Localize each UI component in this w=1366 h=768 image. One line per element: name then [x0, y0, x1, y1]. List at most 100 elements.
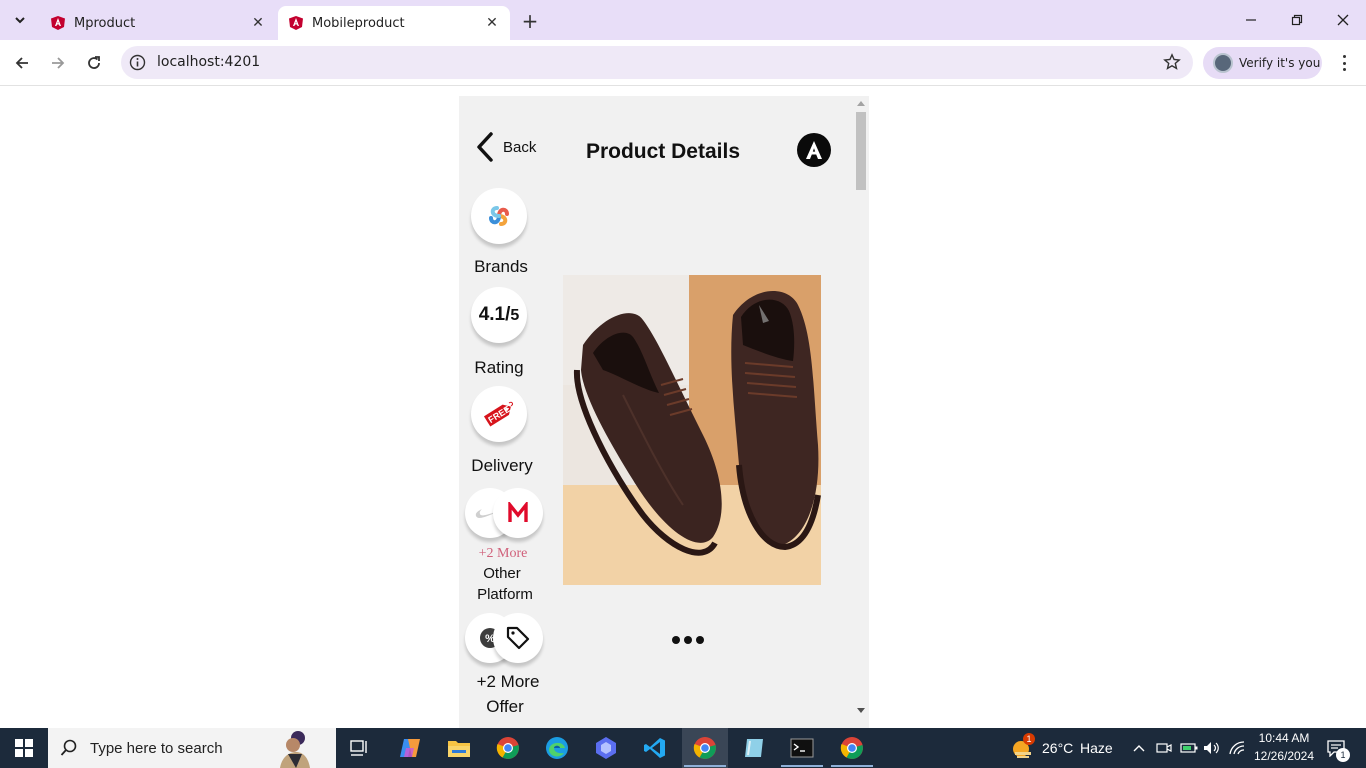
- menu-dot: [1342, 55, 1346, 58]
- browser-toolbar: localhost:4201 Verify it's you: [0, 40, 1366, 86]
- bookmark-star-icon[interactable]: [1163, 53, 1181, 71]
- rating-label: Rating: [474, 358, 524, 377]
- tab-search-dropdown[interactable]: [8, 8, 32, 32]
- offer-label-line2: Offer: [486, 697, 524, 716]
- angular-logo-icon[interactable]: [797, 133, 831, 167]
- close-icon: [1337, 14, 1349, 26]
- page-title: Product Details: [585, 140, 741, 163]
- running-app-indicator: [781, 765, 823, 767]
- vscode-icon: [644, 738, 665, 758]
- tab-mobileproduct[interactable]: Mobileproduct ✕: [278, 6, 510, 40]
- close-window-button[interactable]: [1328, 8, 1358, 32]
- forward-nav-button[interactable]: [46, 51, 70, 75]
- folder-icon: [448, 741, 470, 757]
- chrome-icon: [693, 737, 716, 759]
- scroll-down-arrow[interactable]: [857, 708, 865, 713]
- shoes-photo: [563, 275, 821, 585]
- rating-button[interactable]: 4.1/5: [471, 287, 527, 343]
- verify-identity-button[interactable]: Verify it's you: [1203, 47, 1322, 79]
- address-bar[interactable]: localhost:4201: [121, 46, 1193, 79]
- delivery-button[interactable]: FREE: [471, 386, 527, 442]
- meet-now-button[interactable]: [1152, 734, 1176, 762]
- angular-logo-glyph: [806, 141, 822, 159]
- menu-dot: [1342, 68, 1346, 71]
- tab-mproduct[interactable]: Mproduct ✕: [40, 6, 276, 40]
- scrollbar-thumb[interactable]: [856, 112, 866, 190]
- notification-center-button[interactable]: 1: [1322, 734, 1350, 762]
- mobile-product-panel: Back Product Details Brands 4.1/5 Rating…: [459, 96, 869, 728]
- clock-time[interactable]: 10:44 AM: [1252, 731, 1316, 745]
- weather-description[interactable]: Haze: [1080, 740, 1113, 756]
- minimize-button[interactable]: [1236, 8, 1266, 32]
- offer-label-line1: +2 More: [476, 672, 540, 691]
- brands-button[interactable]: [471, 188, 527, 244]
- restore-button[interactable]: [1282, 8, 1312, 32]
- running-app-indicator: [831, 765, 873, 767]
- horizontal-scrollbar[interactable]: [459, 718, 853, 728]
- carousel-dot[interactable]: [684, 636, 692, 644]
- task-view-button[interactable]: [346, 734, 374, 762]
- battery-icon: [1180, 743, 1198, 753]
- angular-favicon-icon: [51, 16, 65, 30]
- chrome-active-app-button[interactable]: [691, 734, 719, 762]
- remote-app-button[interactable]: [740, 734, 768, 762]
- network-button[interactable]: [1225, 734, 1249, 762]
- glass-window-icon: [745, 739, 763, 757]
- close-icon[interactable]: ✕: [484, 15, 500, 31]
- scroll-up-arrow[interactable]: [857, 101, 865, 106]
- menu-dot: [1342, 61, 1346, 65]
- wifi-icon: [1229, 741, 1245, 755]
- volume-button[interactable]: [1200, 734, 1224, 762]
- rating-numerator: 4.1/: [478, 304, 511, 325]
- taskbar-search-box[interactable]: Type here to search: [48, 728, 336, 768]
- file-explorer-button[interactable]: [445, 734, 473, 762]
- task-view-icon: [350, 740, 367, 756]
- back-nav-button[interactable]: [10, 51, 34, 75]
- close-icon[interactable]: ✕: [250, 15, 266, 31]
- carousel-dots[interactable]: [672, 636, 704, 644]
- copilot-icon: [400, 739, 420, 757]
- price-tag-icon: [506, 626, 530, 650]
- delivery-label: Delivery: [471, 456, 533, 475]
- vertical-scrollbar[interactable]: [853, 96, 869, 718]
- chrome-icon: [840, 737, 863, 759]
- dev-app-button[interactable]: [592, 734, 620, 762]
- carousel-dot[interactable]: [696, 636, 704, 644]
- site-info-icon[interactable]: [129, 54, 146, 71]
- platform-label-line2: Platform: [477, 586, 533, 603]
- weather-badge: 1: [1023, 733, 1035, 745]
- minimize-icon: [1246, 19, 1256, 21]
- url-text[interactable]: localhost:4201: [157, 54, 260, 70]
- search-highlight-figure-icon: [280, 731, 310, 768]
- copilot-app-button[interactable]: [396, 734, 424, 762]
- battery-status-button[interactable]: [1176, 734, 1202, 762]
- arrow-right-icon: [52, 57, 65, 69]
- new-tab-button[interactable]: +: [518, 9, 542, 33]
- reload-button[interactable]: [82, 51, 106, 75]
- chrome-app-button[interactable]: [494, 734, 522, 762]
- carousel-dot[interactable]: [672, 636, 680, 644]
- product-image[interactable]: [563, 275, 821, 585]
- start-button[interactable]: [0, 728, 48, 768]
- chrome-profile-app-button[interactable]: [838, 734, 866, 762]
- terminal-app-button[interactable]: [788, 734, 816, 762]
- weather-temperature[interactable]: 26°C: [1042, 740, 1073, 756]
- myntra-platform-icon[interactable]: [493, 488, 543, 538]
- arrow-left-icon: [15, 57, 28, 69]
- vscode-app-button[interactable]: [641, 734, 669, 762]
- windows-taskbar: Type here to search 1 26°C Haze 10:44 AM…: [0, 728, 1366, 768]
- brands-label: Brands: [474, 257, 528, 276]
- show-hidden-icons-button[interactable]: [1127, 734, 1151, 762]
- browser-menu-button[interactable]: [1334, 52, 1354, 74]
- tab-title: Mproduct: [74, 15, 136, 31]
- camera-icon: [1156, 743, 1172, 753]
- chevron-down-icon: [15, 17, 25, 24]
- edge-app-button[interactable]: [543, 734, 571, 762]
- clock-date[interactable]: 12/26/2024: [1250, 749, 1318, 763]
- platforms-more-text[interactable]: +2 More: [459, 546, 547, 562]
- price-tag-offer-icon[interactable]: [493, 613, 543, 663]
- tab-title: Mobileproduct: [312, 15, 405, 31]
- back-link[interactable]: Back: [475, 132, 536, 162]
- weather-widget[interactable]: 1: [1008, 733, 1036, 762]
- rating-scale: 5: [510, 307, 520, 324]
